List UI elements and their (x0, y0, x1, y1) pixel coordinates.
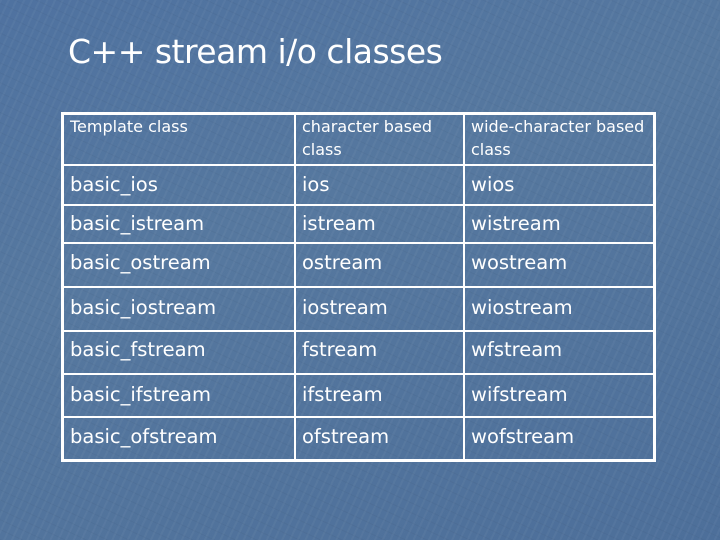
table-row: basic_ios ios wios (61, 164, 656, 206)
wide-char-class-cell: wostream (463, 242, 656, 288)
template-class-cell: basic_istream (61, 204, 296, 244)
table-header-row: Template class character based class wid… (61, 112, 656, 166)
table-row: basic_fstream fstream wfstream (61, 330, 656, 375)
char-class-cell: ostream (294, 242, 465, 288)
header-template-class: Template class (61, 112, 296, 166)
char-class-cell: fstream (294, 330, 465, 375)
table-row: basic_ostream ostream wostream (61, 242, 656, 288)
header-character-based-class: character based class (294, 112, 465, 166)
wide-char-class-cell: wiostream (463, 286, 656, 332)
char-class-cell: istream (294, 204, 465, 244)
template-class-cell: basic_fstream (61, 330, 296, 375)
wide-char-class-cell: wifstream (463, 373, 656, 418)
table-row: basic_ofstream ofstream wofstream (61, 416, 656, 462)
stream-classes-table: Template class character based class wid… (61, 112, 656, 462)
wide-char-class-cell: wistream (463, 204, 656, 244)
char-class-cell: ifstream (294, 373, 465, 418)
template-class-cell: basic_ifstream (61, 373, 296, 418)
header-wide-character-based-class: wide-character based class (463, 112, 656, 166)
char-class-cell: iostream (294, 286, 465, 332)
char-class-cell: ios (294, 164, 465, 206)
wide-char-class-cell: wios (463, 164, 656, 206)
template-class-cell: basic_ofstream (61, 416, 296, 462)
char-class-cell: ofstream (294, 416, 465, 462)
table-row: basic_ifstream ifstream wifstream (61, 373, 656, 418)
template-class-cell: basic_iostream (61, 286, 296, 332)
wide-char-class-cell: wofstream (463, 416, 656, 462)
wide-char-class-cell: wfstream (463, 330, 656, 375)
table-row: basic_iostream iostream wiostream (61, 286, 656, 332)
slide-title: C++ stream i/o classes (68, 32, 443, 71)
template-class-cell: basic_ostream (61, 242, 296, 288)
table-row: basic_istream istream wistream (61, 204, 656, 244)
template-class-cell: basic_ios (61, 164, 296, 206)
